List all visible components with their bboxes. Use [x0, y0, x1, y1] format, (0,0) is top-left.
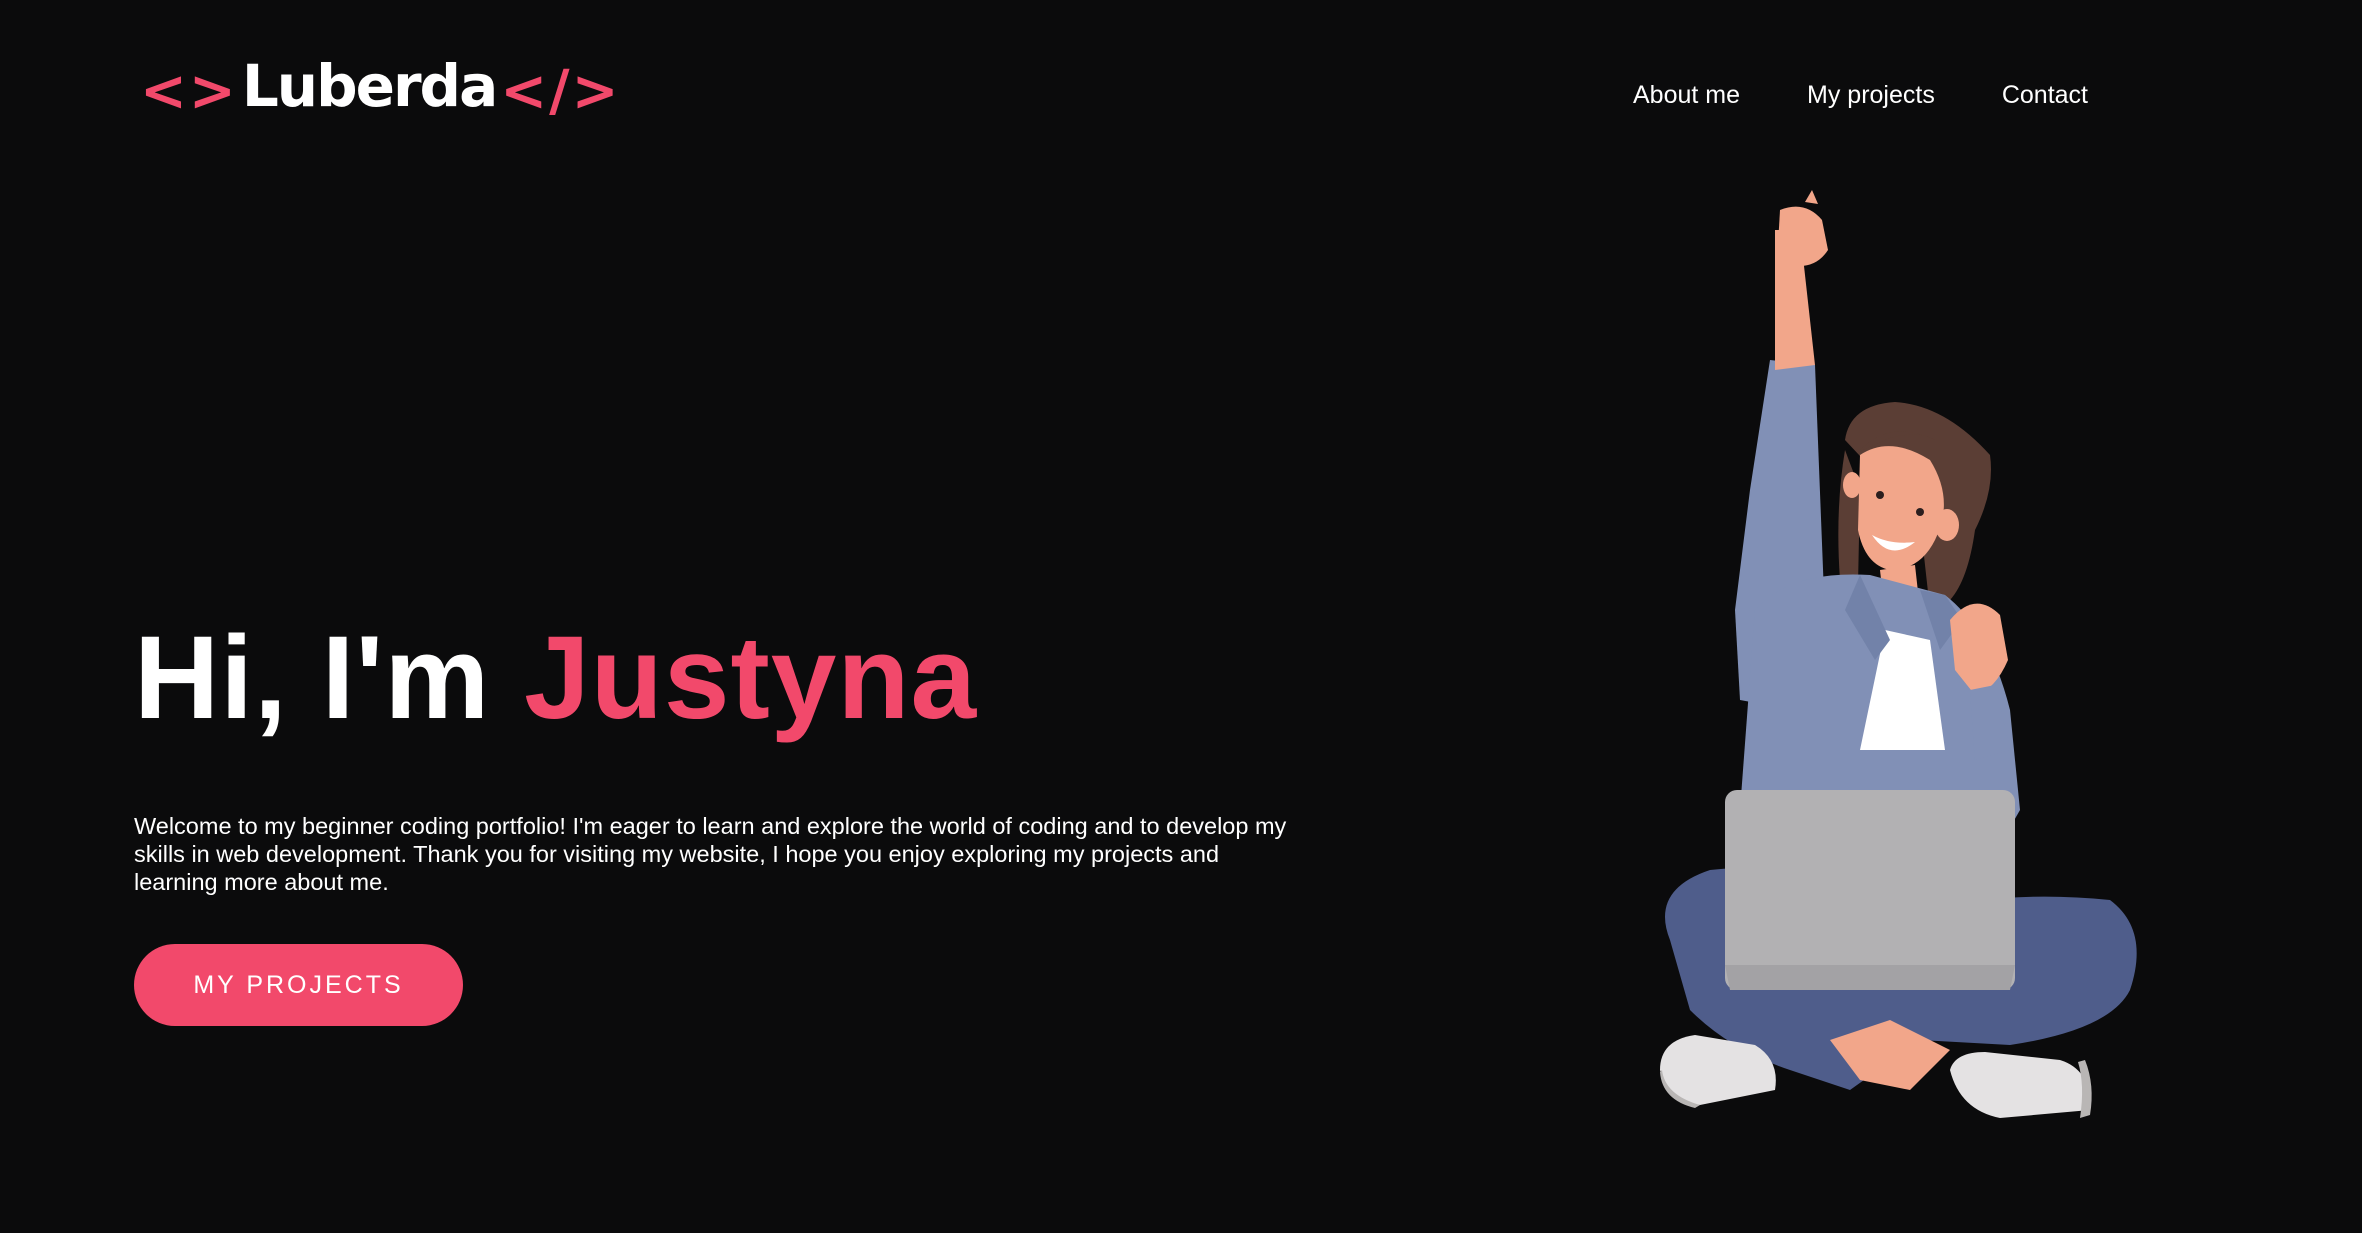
- site-logo[interactable]: <> Luberda </>: [140, 52, 621, 132]
- portfolio-page: <> Luberda </> About me My projects Cont…: [0, 0, 2362, 1233]
- logo-open-bracket: <>: [140, 59, 238, 124]
- logo-brand-text: Luberda: [241, 52, 498, 120]
- my-projects-button[interactable]: MY PROJECTS: [134, 944, 463, 1026]
- woman-with-laptop-cheering-illustration: [1660, 190, 2137, 1118]
- main-nav: About me My projects Contact: [1633, 78, 2088, 112]
- hero-greeting: Hi, I'm: [134, 612, 525, 744]
- nav-link-contact[interactable]: Contact: [2002, 78, 2088, 112]
- nav-link-about-me[interactable]: About me: [1633, 78, 1740, 112]
- hero-intro-text: Welcome to my beginner coding portfolio!…: [134, 813, 1287, 895]
- logo-close-bracket: </>: [500, 59, 621, 124]
- hero-name: Justyna: [524, 612, 978, 744]
- nav-link-my-projects[interactable]: My projects: [1807, 78, 1935, 112]
- hero-heading: Hi, I'm Justyna: [134, 608, 977, 748]
